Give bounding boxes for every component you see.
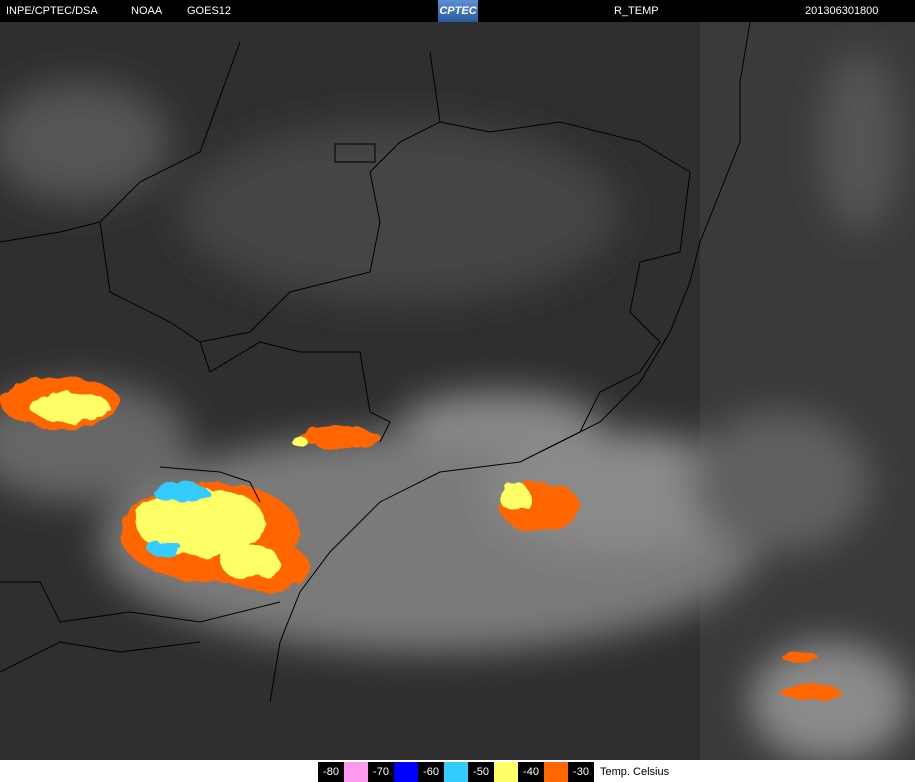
cptec-logo: CPTEC xyxy=(438,0,478,22)
header-bar: INPE/CPTEC/DSA NOAA GOES12 CPTEC R_TEMP … xyxy=(0,0,915,22)
source-label: INPE/CPTEC/DSA xyxy=(6,5,98,17)
legend-label: -60 xyxy=(418,762,444,782)
legend-unit: Temp. Celsius xyxy=(600,766,670,778)
legend-label: -70 xyxy=(368,762,394,782)
legend-label: -40 xyxy=(518,762,544,782)
satellite-label: GOES12 xyxy=(187,5,232,17)
datetime-label: 201306301800 xyxy=(805,5,879,17)
legend-label: -80 xyxy=(318,762,344,782)
legend-swatch-yellow xyxy=(494,762,518,782)
legend-label: -50 xyxy=(468,762,494,782)
agency-label: NOAA xyxy=(131,5,163,17)
legend-swatch-pink xyxy=(344,762,368,782)
color-legend: -80 -70 -60 -50 -40 -30 Temp. Celsius xyxy=(318,762,669,782)
legend-label: -30 xyxy=(568,762,594,782)
legend-swatch-cyan xyxy=(444,762,468,782)
product-label: R_TEMP xyxy=(614,5,659,17)
legend-swatch-blue xyxy=(394,762,418,782)
satellite-image xyxy=(0,22,915,760)
legend-swatch-orange xyxy=(544,762,568,782)
